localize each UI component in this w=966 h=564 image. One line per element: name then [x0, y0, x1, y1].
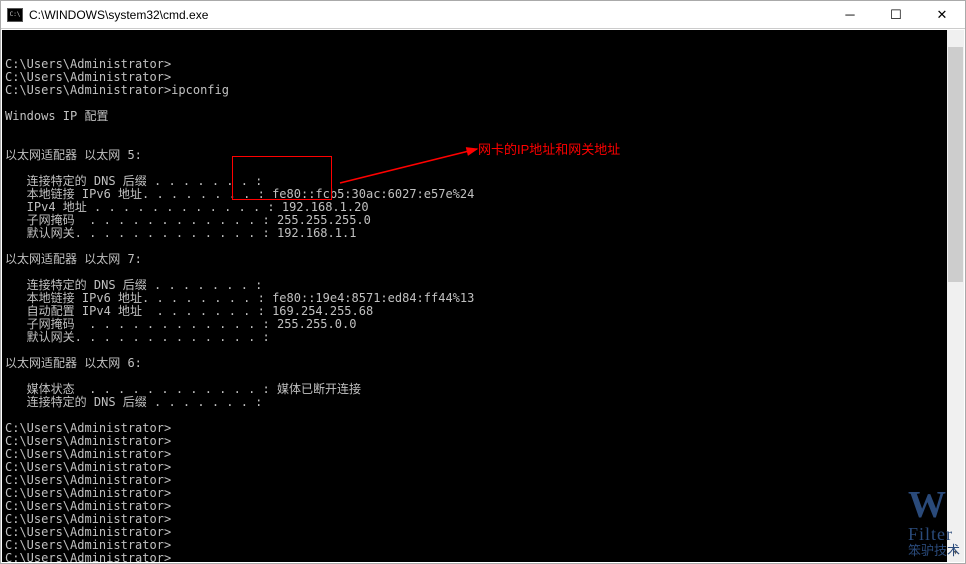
- watermark-logo: W Filter 笨驴技术: [908, 486, 960, 558]
- scrollbar[interactable]: ▴ ▾: [947, 30, 964, 562]
- cmd-window: C:\WINDOWS\system32\cmd.exe ─ ☐ ✕ C:\Use…: [0, 0, 966, 564]
- window-title: C:\WINDOWS\system32\cmd.exe: [29, 8, 827, 22]
- close-button[interactable]: ✕: [919, 1, 965, 28]
- titlebar[interactable]: C:\WINDOWS\system32\cmd.exe ─ ☐ ✕: [1, 1, 965, 29]
- window-controls: ─ ☐ ✕: [827, 1, 965, 28]
- terminal-content[interactable]: C:\Users\Administrator> C:\Users\Adminis…: [2, 56, 964, 562]
- terminal[interactable]: C:\Users\Administrator> C:\Users\Adminis…: [2, 30, 964, 562]
- cmd-icon: [7, 8, 23, 22]
- watermark-letter: W: [908, 486, 946, 526]
- watermark-line2: 笨驴技术: [908, 544, 960, 558]
- minimize-button[interactable]: ─: [827, 1, 873, 28]
- scroll-thumb[interactable]: [948, 47, 963, 282]
- maximize-button[interactable]: ☐: [873, 1, 919, 28]
